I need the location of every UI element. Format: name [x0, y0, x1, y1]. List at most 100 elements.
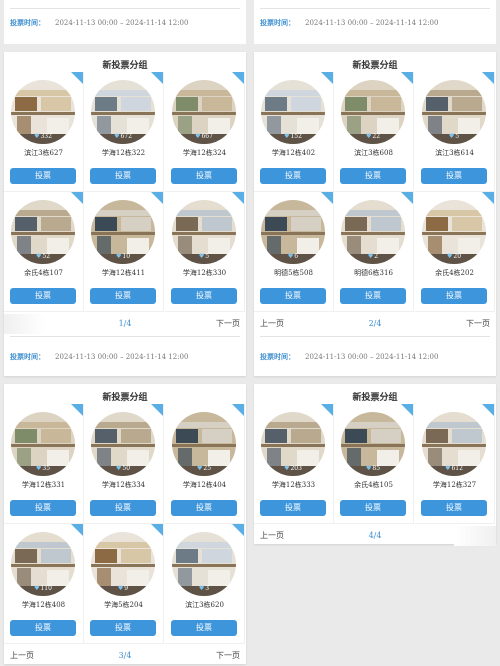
vote-button[interactable]: 投票: [340, 168, 406, 184]
vote-count: ♥152: [261, 133, 325, 140]
dorm-photo[interactable]: ♥22: [341, 80, 405, 144]
vote-group-card-4: 新投票分组 ♥203 学海12栋333 投票 ♥85 余氏4栋105 投票 ♥612 学海12…: [254, 384, 496, 546]
heart-icon: ♥: [35, 465, 42, 472]
dorm-photo[interactable]: ♥25: [172, 412, 236, 476]
dorm-photo[interactable]: ♥52: [11, 200, 75, 264]
corner-tag-icon: [321, 192, 333, 204]
candidate-item: ♥612 学海12栋327 投票: [415, 404, 495, 524]
next-page-button[interactable]: [454, 526, 496, 546]
vote-button[interactable]: 投票: [10, 168, 76, 184]
vote-count: ♥5: [172, 253, 236, 260]
vote-button[interactable]: 投票: [90, 168, 156, 184]
heart-icon: ♥: [34, 133, 40, 140]
candidate-item: ♥110 学海12栋408 投票: [4, 524, 84, 644]
dorm-photo[interactable]: ♥20: [422, 200, 486, 264]
corner-tag-icon: [401, 192, 413, 204]
dorm-photo[interactable]: ♥667: [172, 80, 236, 144]
vote-count-value: 85: [372, 465, 381, 472]
vote-button[interactable]: 投票: [421, 500, 487, 516]
dorm-name: 学海12栋333: [271, 481, 316, 489]
pagination: 1/4 下一页: [4, 314, 246, 334]
vote-button[interactable]: 投票: [340, 500, 406, 516]
dorm-photo[interactable]: ♥35: [11, 412, 75, 476]
heart-icon: ♥: [287, 253, 294, 260]
heart-icon: ♥: [365, 465, 372, 472]
corner-tag-icon: [401, 72, 413, 84]
dorm-name: 滨江3栋627: [24, 149, 63, 157]
next-page-button[interactable]: 下一页: [216, 314, 240, 334]
candidate-item: ♥667 学海12栋324 投票: [165, 72, 245, 192]
corner-tag-icon: [151, 72, 163, 84]
vote-count: ♥20: [422, 253, 486, 260]
dorm-photo[interactable]: ♥5: [422, 80, 486, 144]
dorm-name: 学海12栋322: [101, 149, 146, 157]
vote-count: ♥612: [422, 465, 486, 472]
group-title: 新投票分组: [352, 61, 398, 71]
vote-button[interactable]: 投票: [90, 500, 156, 516]
dorm-photo[interactable]: ♥5: [172, 200, 236, 264]
dorm-photo[interactable]: ♥152: [261, 80, 325, 144]
vote-button[interactable]: 投票: [171, 500, 237, 516]
vote-count: ♥667: [172, 133, 236, 140]
dorm-photo[interactable]: ♥85: [341, 412, 405, 476]
dorm-photo[interactable]: ♥10: [91, 200, 155, 264]
dorm-photo[interactable]: ♥612: [422, 412, 486, 476]
vote-count-value: 6: [294, 253, 299, 260]
vote-count: ♥35: [11, 465, 75, 472]
vote-count: ♥203: [261, 465, 325, 472]
vote-group-card-2: 新投票分组 ♥152 学海12栋402 投票 ♥22 滨江3栋608 投票 ♥5 滨江3栋61…: [254, 52, 496, 376]
vote-button[interactable]: 投票: [340, 288, 406, 304]
vote-button[interactable]: 投票: [10, 620, 76, 636]
next-page-button[interactable]: 下一页: [216, 646, 240, 666]
vote-button[interactable]: 投票: [421, 288, 487, 304]
dorm-name: 余氏4栋107: [24, 269, 63, 277]
dorm-name: 学海12栋402: [271, 149, 316, 157]
heart-icon: ♥: [115, 253, 122, 260]
corner-tag-icon: [151, 404, 163, 416]
dorm-photo[interactable]: ♥332: [11, 80, 75, 144]
dorm-name: 学海12栋404: [182, 481, 227, 489]
candidate-item: ♥50 学海12栋334 投票: [84, 404, 164, 524]
heart-icon: ♥: [114, 133, 120, 140]
vote-button[interactable]: 投票: [171, 168, 237, 184]
vote-time-range: 2024-11-13 00:00 – 2024-11-14 12:00: [55, 19, 189, 27]
vote-count: ♥332: [11, 133, 75, 140]
dorm-photo[interactable]: ♥9: [91, 532, 155, 596]
vote-time-label: 投票时间：: [260, 352, 295, 361]
dorm-name: 学海12栋330: [182, 269, 227, 277]
heart-icon: ♥: [445, 465, 451, 472]
candidate-item: ♥85 余氏4栋105 投票: [334, 404, 414, 524]
corner-tag-icon: [401, 404, 413, 416]
group-title: 新投票分组: [102, 393, 148, 403]
corner-tag-icon: [71, 72, 83, 84]
dorm-photo[interactable]: ♥6: [261, 200, 325, 264]
vote-count-value: 2: [374, 253, 379, 260]
dorm-name: 学海12栋411: [101, 269, 146, 277]
dorm-photo[interactable]: ♥3: [172, 532, 236, 596]
candidate-item: ♥9 学海5栋204 投票: [84, 524, 164, 644]
corner-tag-icon: [232, 524, 244, 536]
dorm-photo[interactable]: ♥50: [91, 412, 155, 476]
vote-button[interactable]: 投票: [90, 620, 156, 636]
vote-count-value: 20: [453, 253, 462, 260]
dorm-photo[interactable]: ♥2: [341, 200, 405, 264]
vote-button[interactable]: 投票: [260, 168, 326, 184]
vote-button[interactable]: 投票: [171, 620, 237, 636]
vote-button[interactable]: 投票: [171, 288, 237, 304]
next-page-button[interactable]: 下一页: [466, 314, 490, 334]
vote-button[interactable]: 投票: [260, 288, 326, 304]
heart-icon: ♥: [34, 585, 40, 592]
vote-count-value: 22: [372, 133, 381, 140]
vote-button[interactable]: 投票: [421, 168, 487, 184]
dorm-photo[interactable]: ♥203: [261, 412, 325, 476]
vote-button[interactable]: 投票: [10, 500, 76, 516]
pagination: 上一页 4/4: [254, 526, 496, 546]
page-indicator: 1/4: [118, 319, 132, 328]
vote-button[interactable]: 投票: [10, 288, 76, 304]
vote-button[interactable]: 投票: [260, 500, 326, 516]
dorm-name: 滨江3栋614: [435, 149, 474, 157]
dorm-photo[interactable]: ♥672: [91, 80, 155, 144]
vote-time-line: 投票时间： 2024-11-13 00:00 – 2024-11-14 12:00: [260, 18, 438, 28]
vote-button[interactable]: 投票: [90, 288, 156, 304]
dorm-photo[interactable]: ♥110: [11, 532, 75, 596]
